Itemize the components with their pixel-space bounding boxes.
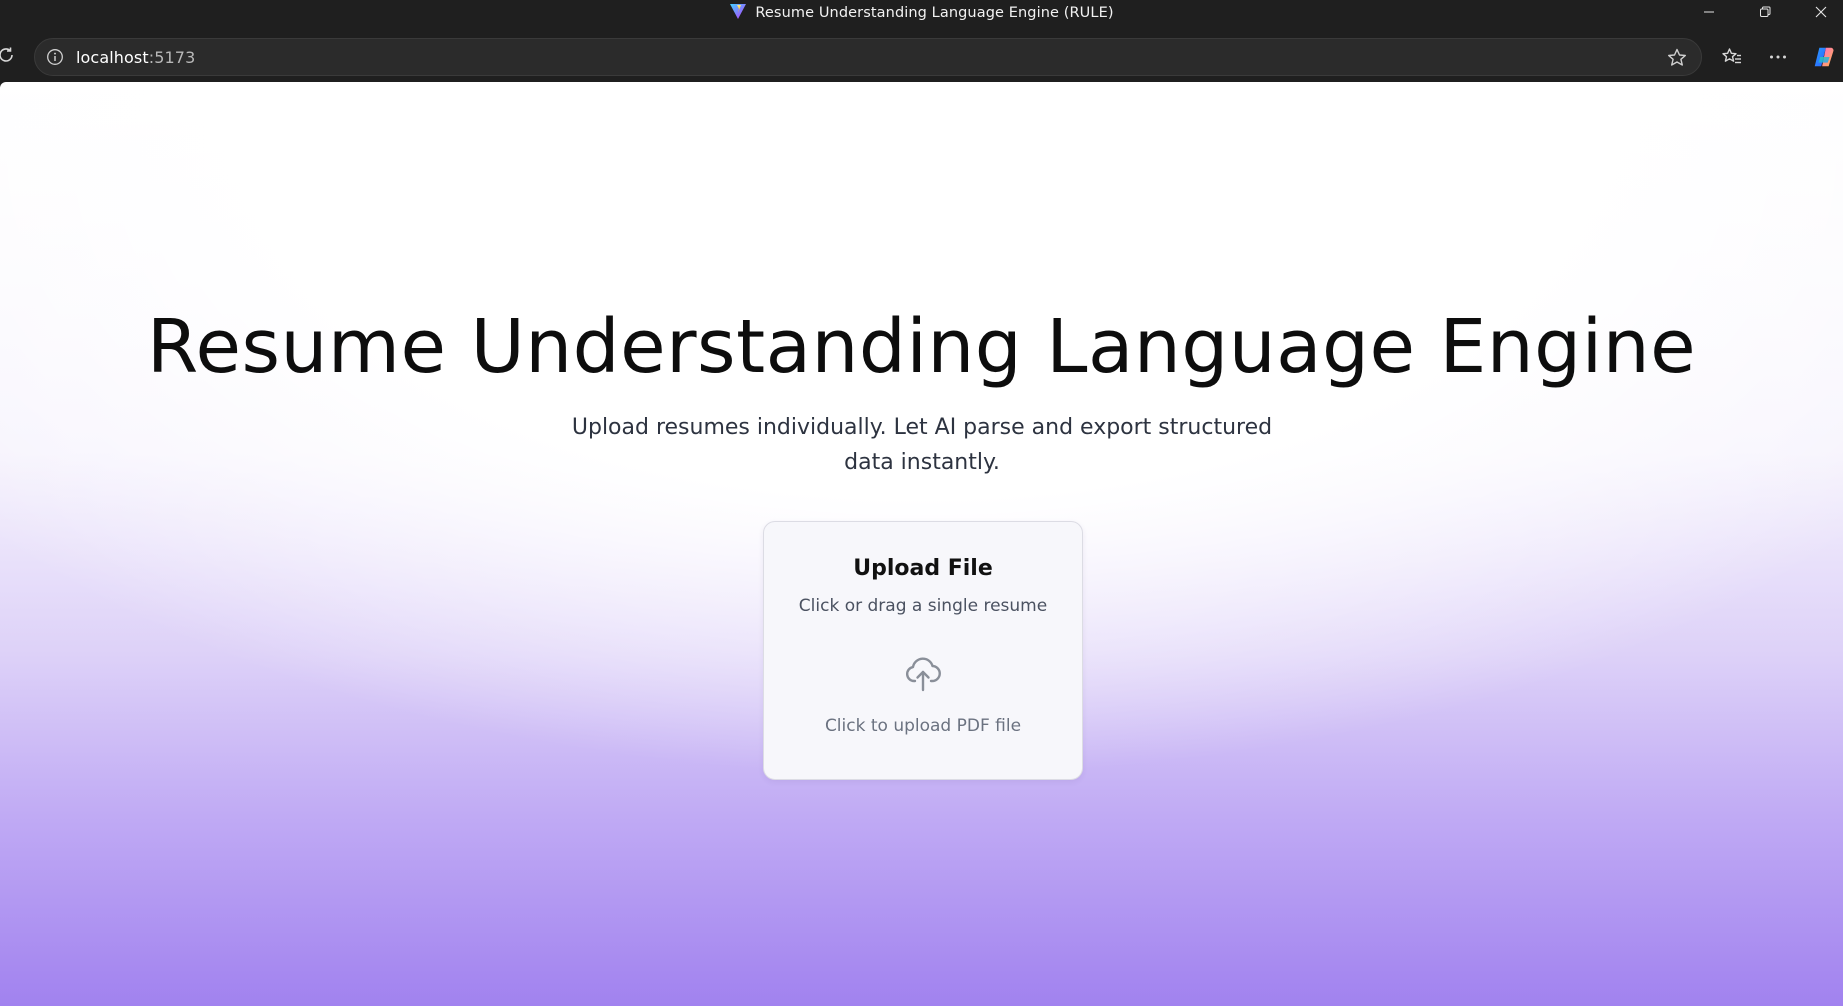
reload-icon[interactable] [0, 43, 18, 67]
url-text[interactable]: localhost:5173 [76, 48, 195, 67]
restore-icon[interactable] [1737, 0, 1793, 24]
page-viewport: Resume Understanding Language Engine Upl… [0, 82, 1843, 1006]
upload-card-title: Upload File [853, 556, 993, 581]
star-icon[interactable] [1665, 46, 1689, 70]
upload-card[interactable]: Upload File Click or drag a single resum… [763, 521, 1083, 780]
favorites-icon[interactable] [1719, 44, 1745, 70]
url-port: :5173 [148, 47, 196, 67]
url-host: localhost [76, 47, 149, 67]
window-title-group: Resume Understanding Language Engine (RU… [0, 0, 1843, 25]
browser-toolbar: localhost:5173 [0, 30, 1843, 82]
pdf-dropzone[interactable]: Click to upload PDF file [776, 642, 1070, 752]
minimize-icon[interactable] [1681, 0, 1737, 24]
page-subtitle: Upload resumes individually. Let AI pars… [571, 415, 1273, 475]
upload-pdf-label: Click to upload PDF file [824, 716, 1022, 736]
copilot-icon[interactable] [1811, 44, 1837, 70]
close-icon[interactable] [1793, 0, 1843, 24]
vite-logo-icon [729, 2, 747, 24]
more-icon[interactable] [1765, 44, 1791, 70]
page-title: Resume Understanding Language Engine [146, 304, 1697, 390]
window-titlebar: Resume Understanding Language Engine (RU… [0, 0, 1843, 30]
cloud-upload-icon [903, 654, 943, 694]
window-title: Resume Understanding Language Engine (RU… [755, 4, 1114, 21]
info-icon[interactable] [44, 46, 66, 68]
address-bar[interactable]: localhost:5173 [34, 38, 1702, 76]
upload-card-subtitle: Click or drag a single resume [798, 596, 1048, 616]
